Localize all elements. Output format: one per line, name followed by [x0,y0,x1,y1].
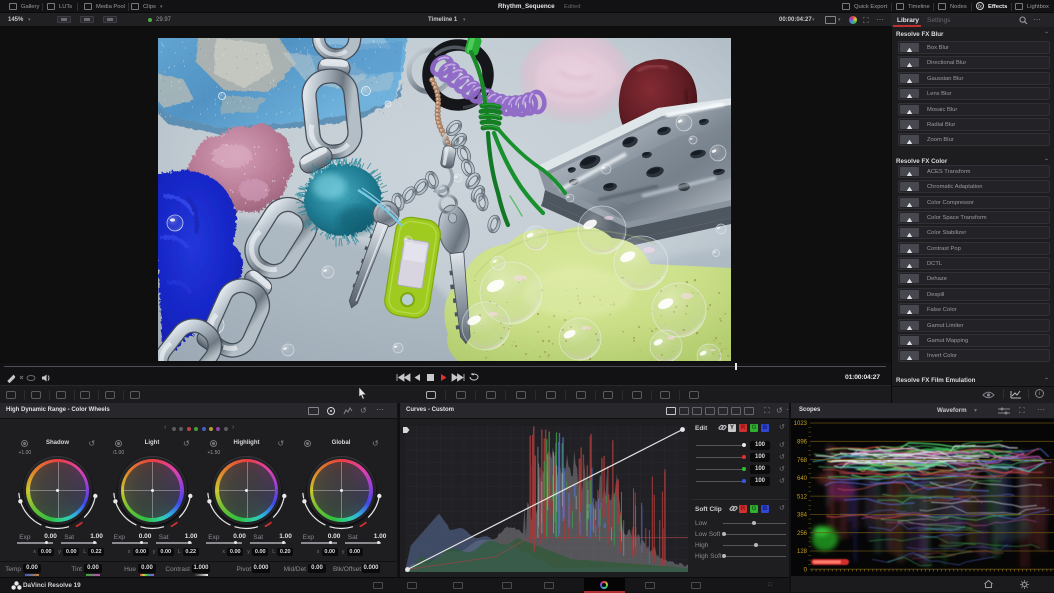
svg-text:384: 384 [797,513,808,519]
svg-text:768: 768 [797,458,808,464]
svg-text:896: 896 [797,440,808,446]
svg-text:512: 512 [797,494,808,500]
svg-text:128: 128 [797,549,808,555]
svg-text:256: 256 [797,531,808,537]
svg-text:1023: 1023 [794,421,808,427]
svg-text:640: 640 [797,476,808,482]
